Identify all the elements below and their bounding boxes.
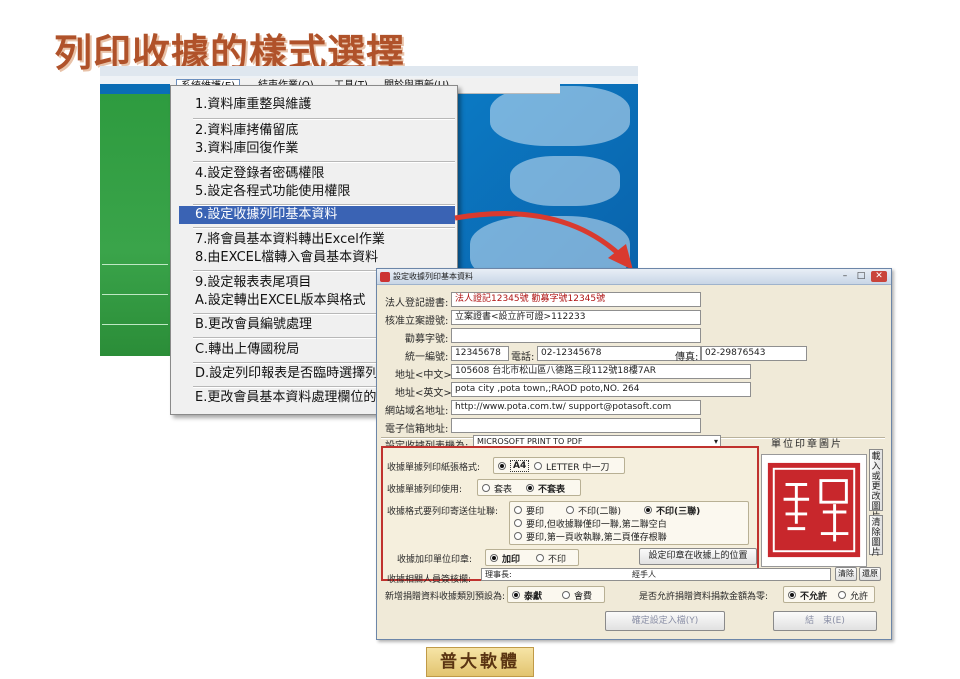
auditor-field[interactable]: 理事長: 經手人 — [481, 568, 831, 581]
stamp-title: 單位印章圖片 — [771, 439, 843, 450]
registration-label: 法人登記證書: — [385, 298, 449, 309]
donation-type-label: 新增捐贈資料收據類別預設為: — [385, 592, 506, 602]
mail-stub-radio[interactable] — [514, 532, 522, 540]
use-group: 套表 不套表 — [477, 479, 581, 496]
brand-logo: 普大軟體 — [426, 647, 534, 677]
zero-opt1-label[interactable]: 不允許 — [800, 589, 827, 602]
tax-id-field[interactable]: 12345678 — [451, 346, 509, 361]
paper-format-label: 收據單據列印紙張格式: — [387, 463, 481, 473]
donation-opt1-radio[interactable] — [512, 591, 520, 599]
address-zh-label: 地址<中文>: — [395, 370, 456, 381]
info-side-panel — [100, 94, 170, 356]
seal-label: 收據加印單位印章: — [397, 555, 473, 565]
phone-label: 電話: — [511, 352, 535, 363]
stamp-clear-button[interactable]: 清除圖片 — [869, 515, 883, 558]
zero-opt1-radio[interactable] — [788, 591, 796, 599]
dialog-title: 設定收據列印基本資料 — [393, 272, 473, 281]
restore-button[interactable]: 還原 — [859, 567, 881, 581]
menu-item-receipt-print-settings[interactable]: 6.設定收據列印基本資料 — [179, 206, 455, 224]
zero-opt2-label[interactable]: 允許 — [850, 589, 868, 602]
mail-stub-label[interactable]: 要印,第一頁收執聯,第二頁僅存根聯 — [526, 530, 667, 543]
map-shape — [510, 156, 620, 206]
mail-print-label[interactable]: 要印 — [526, 504, 544, 517]
email-field[interactable] — [451, 418, 701, 433]
clear-button[interactable]: 清除 — [835, 567, 857, 581]
paper-format-group: A4 LETTER 中一刀 — [493, 457, 625, 474]
close-icon[interactable]: ✕ — [871, 271, 887, 282]
auditor-label: 收據相關人員簽核欄: — [387, 575, 472, 585]
tax-id-label: 統一編號: — [405, 352, 449, 363]
mail-one-copy-label[interactable]: 要印,但收據聯僅印一聯,第二聯空白 — [526, 517, 667, 530]
maximize-icon[interactable]: □ — [853, 271, 869, 282]
address-en-field[interactable]: pota city ,pota town,;RAOD poto,NO. 264 — [451, 382, 751, 397]
paper-letter-radio[interactable] — [534, 462, 542, 470]
mail-no-3-radio[interactable] — [644, 506, 652, 514]
address-zh-field[interactable]: 105608 台北市松山區八德路三段112號18樓7AR — [451, 364, 751, 379]
menu-item-db-backup[interactable]: 2.資料庫拷備留底 — [193, 122, 455, 140]
use-label: 收據單據列印使用: — [387, 485, 463, 495]
mail-label: 收據格式要列印寄送住址聯: — [387, 507, 499, 517]
menu-item-db-reorganize[interactable]: 1.資料庫重整與維護 — [193, 96, 455, 114]
paper-a4-label[interactable]: A4 — [510, 460, 530, 472]
receipt-settings-dialog: 設定收據列印基本資料 – □ ✕ 法人登記證書: 法人證記12345號 勸募字號… — [376, 268, 892, 640]
menu-item-import-excel[interactable]: 8.由EXCEL檔轉入會員基本資料 — [193, 249, 455, 267]
seal-print-radio[interactable] — [490, 554, 498, 562]
confirm-button[interactable]: 確定設定入檔(Y) — [605, 611, 725, 631]
minimize-icon[interactable]: – — [837, 271, 853, 282]
zero-opt2-radio[interactable] — [838, 591, 846, 599]
use-overlay-radio[interactable] — [482, 484, 490, 492]
mail-no-2-label[interactable]: 不印(二聯) — [578, 504, 621, 517]
website-field[interactable]: http://www.pota.com.tw/ support@potasoft… — [451, 400, 701, 415]
stamp-image — [767, 462, 861, 558]
donation-opt1-label[interactable]: 泰獻 — [524, 589, 542, 602]
donation-opt2-radio[interactable] — [562, 591, 570, 599]
paper-letter-label[interactable]: LETTER 中一刀 — [546, 460, 609, 473]
menu-item-function-permissions[interactable]: 5.設定各程式功能使用權限 — [193, 183, 455, 201]
receipt-style-options: 收據單據列印紙張格式: A4 LETTER 中一刀 收據單據列印使用: 套表 不… — [381, 446, 759, 585]
zero-amount-label: 是否允許捐贈資料捐款金額為零: — [639, 592, 769, 602]
approval-field[interactable]: 立案證書<設立許可證>112233 — [451, 310, 701, 325]
seal-group: 加印 不印 — [485, 549, 579, 566]
fundraising-label: 勸募字號: — [405, 334, 449, 345]
registration-field[interactable]: 法人證記12345號 勸募字號12345號 — [451, 292, 701, 307]
app-titlebar — [100, 66, 638, 76]
stamp-load-button[interactable]: 載入或更改圖片 — [869, 449, 883, 522]
use-overlay-label[interactable]: 套表 — [494, 482, 512, 495]
donation-type-group: 泰獻 會費 — [507, 586, 605, 603]
menu-item-export-excel[interactable]: 7.將會員基本資料轉出Excel作業 — [193, 231, 455, 249]
mail-one-copy-radio[interactable] — [514, 519, 522, 527]
seal-no-label[interactable]: 不印 — [548, 552, 566, 565]
fax-field[interactable]: 02-29876543 — [701, 346, 807, 361]
zero-amount-group: 不允許 允許 — [783, 586, 875, 603]
auditor-value-2: 經手人 — [632, 570, 656, 579]
approval-label: 核准立案證號: — [385, 316, 449, 327]
fundraising-field[interactable] — [451, 328, 701, 343]
seal-position-button[interactable]: 設定印章在收據上的位置 — [639, 548, 757, 565]
app-icon — [380, 272, 390, 282]
seal-no-radio[interactable] — [536, 554, 544, 562]
address-en-label: 地址<英文>: — [395, 388, 456, 399]
mail-no-2-radio[interactable] — [566, 506, 574, 514]
menu-item-login-password[interactable]: 4.設定登錄者密碼權限 — [193, 165, 455, 183]
use-no-overlay-radio[interactable] — [526, 484, 534, 492]
mail-no-3-label[interactable]: 不印(三聯) — [656, 504, 700, 517]
mail-group: 要印 不印(二聯) 不印(三聯) 要印,但收據聯僅印一聯,第二聯空白 要印,第一… — [509, 501, 749, 545]
email-label: 電子信箱地址: — [385, 424, 449, 435]
auditor-value-1: 理事長: — [485, 570, 512, 579]
stamp-image-box — [761, 454, 867, 567]
menu-item-db-restore[interactable]: 3.資料庫回復作業 — [193, 140, 455, 158]
dialog-titlebar: 設定收據列印基本資料 – □ ✕ — [377, 269, 891, 285]
seal-print-label[interactable]: 加印 — [502, 552, 520, 565]
paper-a4-radio[interactable] — [498, 462, 506, 470]
arrow-path — [454, 211, 622, 257]
close-button[interactable]: 結 束(E) — [773, 611, 877, 631]
fax-label: 傳真: — [675, 352, 699, 363]
donation-opt2-label[interactable]: 會費 — [574, 589, 592, 602]
website-label: 網站域名地址: — [385, 406, 449, 417]
mail-print-radio[interactable] — [514, 506, 522, 514]
map-shape — [490, 86, 630, 146]
use-no-overlay-label[interactable]: 不套表 — [538, 482, 565, 495]
